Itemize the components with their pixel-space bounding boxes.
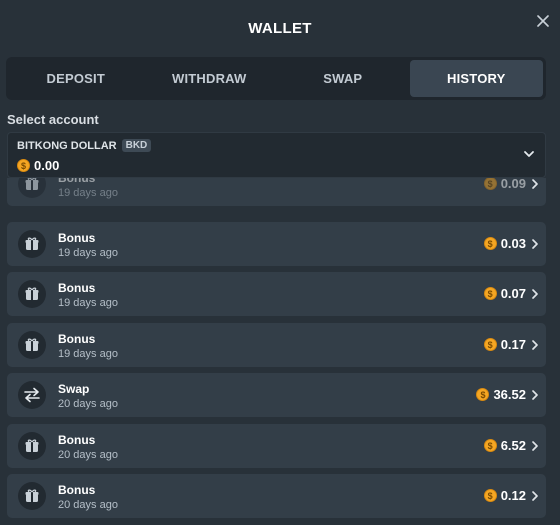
transaction-row[interactable]: Bonus 20 days ago $6.52 [7,424,546,468]
chevron-right-icon [532,289,538,299]
transaction-amount-row: $0.03 [483,236,526,251]
transaction-amount: 0.12 [500,488,526,503]
transaction-type: Bonus [58,281,96,295]
transaction-row[interactable]: Bonus 19 days ago $0.07 [7,272,546,316]
chevron-right-icon [532,239,538,249]
account-name: BITKONG DOLLAR [17,139,117,152]
tab-deposit[interactable]: DEPOSIT [9,60,143,97]
wallet-tabs: DEPOSIT WITHDRAW SWAP HISTORY [6,57,546,100]
currency-code-badge: BKD [121,139,152,152]
gift-icon [18,280,46,308]
transaction-history-list[interactable]: Bonus 19 days ago $0.09 Bonus 19 days ago $0.… [7,178,546,525]
coin-icon: $ [483,287,497,300]
transaction-amount-row: $36.52 [476,387,526,402]
coin-icon: $ [483,489,497,502]
transaction-amount: 0.17 [500,337,526,352]
page-title: WALLET [248,19,312,37]
chevron-right-icon [532,340,538,350]
coin-icon: $ [483,338,497,351]
transaction-time: 19 days ago [58,297,118,309]
transaction-amount-row: $0.12 [483,488,526,503]
coin-icon: $ [483,178,497,190]
transaction-amount: 6.52 [500,438,526,453]
chevron-right-icon [532,441,538,451]
transaction-amount-row: $0.07 [483,286,526,301]
account-balance: 0.00 [34,158,60,173]
chevron-right-icon [532,390,538,400]
transaction-amount-row: $6.52 [483,438,526,453]
tab-withdraw[interactable]: WITHDRAW [143,60,277,97]
transaction-type: Bonus [58,483,96,497]
select-account-label: Select account [7,112,99,127]
chevron-right-icon [532,179,538,189]
close-icon [537,15,549,27]
account-name-row: BITKONG DOLLAR BKD [17,139,152,152]
tab-history[interactable]: HISTORY [409,60,543,97]
transaction-row[interactable]: Bonus 19 days ago $0.09 [7,178,546,206]
transaction-row[interactable]: Bonus 19 days ago $0.03 [7,222,546,266]
transaction-time: 19 days ago [58,187,118,199]
wallet-header: WALLET [0,0,560,56]
transaction-type: Bonus [58,433,96,447]
transaction-row[interactable]: Bonus 19 days ago $0.17 [7,323,546,367]
chevron-right-icon [532,491,538,501]
transaction-type: Bonus [58,231,96,245]
gift-icon [18,432,46,460]
gift-icon [18,331,46,359]
transaction-amount-row: $0.17 [483,337,526,352]
transaction-amount-row: $0.09 [483,178,526,191]
gift-icon [18,230,46,258]
transaction-amount: 0.07 [500,286,526,301]
transaction-type: Bonus [58,332,96,346]
transaction-amount: 0.03 [500,236,526,251]
coin-icon: $ [483,237,497,250]
coin-icon: $ [476,388,490,401]
gift-icon [18,482,46,510]
transaction-time: 19 days ago [58,348,118,360]
coin-icon: $ [483,439,497,452]
transaction-time: 20 days ago [58,499,118,511]
transaction-row[interactable]: Swap 20 days ago $36.52 [7,373,546,417]
tab-swap[interactable]: SWAP [276,60,410,97]
account-balance-row: $ 0.00 [17,158,59,173]
chevron-down-icon [524,151,534,157]
transaction-type: Swap [58,382,90,396]
transaction-time: 20 days ago [58,398,118,410]
swap-arrows-icon [18,381,46,409]
account-select[interactable]: BITKONG DOLLAR BKD $ 0.00 [7,132,546,178]
transaction-type: Bonus [58,178,96,185]
transaction-amount: 36.52 [493,387,526,402]
transaction-time: 20 days ago [58,449,118,461]
transaction-amount: 0.09 [500,178,526,191]
transaction-time: 19 days ago [58,247,118,259]
gift-icon [18,178,46,198]
coin-icon: $ [17,159,30,172]
close-button[interactable] [534,12,552,30]
transaction-row[interactable]: Bonus 20 days ago $0.12 [7,474,546,518]
